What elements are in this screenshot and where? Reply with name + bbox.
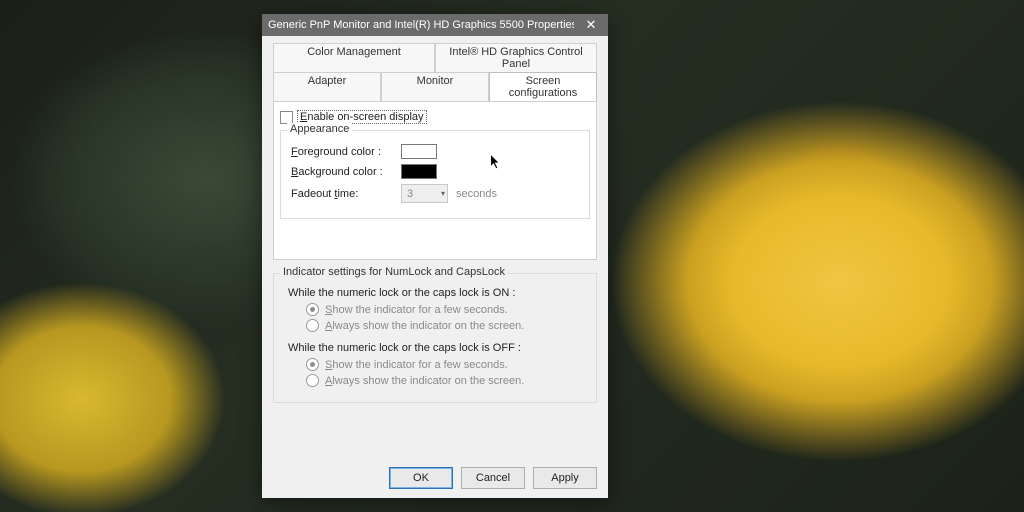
background-color-swatch[interactable]	[401, 164, 437, 179]
appearance-group: Appearance Foreground color : Background…	[280, 130, 590, 219]
apply-button[interactable]: Apply	[533, 467, 597, 489]
indicator-group: Indicator settings for NumLock and CapsL…	[273, 273, 597, 403]
foreground-color-row: Foreground color :	[291, 144, 579, 159]
indicator-legend: Indicator settings for NumLock and CapsL…	[280, 266, 508, 278]
radio-icon[interactable]	[306, 374, 319, 387]
enable-osd-checkbox[interactable]	[280, 111, 293, 124]
chevron-down-icon: ▾	[441, 189, 445, 198]
radio-icon[interactable]	[306, 358, 319, 371]
background-color-label: Background color :	[291, 166, 393, 178]
tab-intel-control-panel[interactable]: Intel® HD Graphics Control Panel	[435, 43, 597, 72]
on-show-few-seconds[interactable]: Show the indicator for a few seconds.	[306, 303, 586, 316]
fadeout-time-combo[interactable]: 3 ▾	[401, 184, 448, 203]
tab-panel: Enable on-screen display Appearance Fore…	[273, 101, 597, 260]
titlebar[interactable]: Generic PnP Monitor and Intel(R) HD Grap…	[262, 14, 608, 36]
fadeout-time-unit: seconds	[456, 188, 497, 200]
radio-icon[interactable]	[306, 303, 319, 316]
off-show-few-seconds[interactable]: Show the indicator for a few seconds.	[306, 358, 586, 371]
tab-strip: Color Management Intel® HD Graphics Cont…	[273, 43, 597, 101]
off-always-show[interactable]: Always show the indicator on the screen.	[306, 374, 586, 387]
on-always-show[interactable]: Always show the indicator on the screen.	[306, 319, 586, 332]
foreground-color-swatch[interactable]	[401, 144, 437, 159]
enable-osd-row[interactable]: Enable on-screen display	[280, 110, 590, 124]
indicator-off-heading: While the numeric lock or the caps lock …	[288, 342, 586, 354]
appearance-legend: Appearance	[287, 123, 352, 135]
ok-button[interactable]: OK	[389, 467, 453, 489]
client-area: Color Management Intel® HD Graphics Cont…	[262, 36, 608, 498]
properties-dialog: Generic PnP Monitor and Intel(R) HD Grap…	[262, 14, 608, 498]
tab-color-management[interactable]: Color Management	[273, 43, 435, 72]
enable-osd-label: Enable on-screen display	[297, 110, 427, 124]
radio-icon[interactable]	[306, 319, 319, 332]
tab-screen-configurations[interactable]: Screen configurations	[489, 72, 597, 101]
cancel-button[interactable]: Cancel	[461, 467, 525, 489]
indicator-on-heading: While the numeric lock or the caps lock …	[288, 287, 586, 299]
tab-monitor[interactable]: Monitor	[381, 72, 489, 101]
foreground-color-label: Foreground color :	[291, 146, 393, 158]
fadeout-time-row: Fadeout time: 3 ▾ seconds	[291, 184, 579, 203]
background-color-row: Background color :	[291, 164, 579, 179]
fadeout-time-label: Fadeout time:	[291, 188, 393, 200]
dialog-buttons: OK Cancel Apply	[389, 467, 597, 489]
window-title: Generic PnP Monitor and Intel(R) HD Grap…	[262, 19, 574, 31]
fadeout-time-value: 3	[407, 188, 413, 200]
tab-adapter[interactable]: Adapter	[273, 72, 381, 101]
close-icon[interactable]: ✕	[574, 14, 608, 36]
